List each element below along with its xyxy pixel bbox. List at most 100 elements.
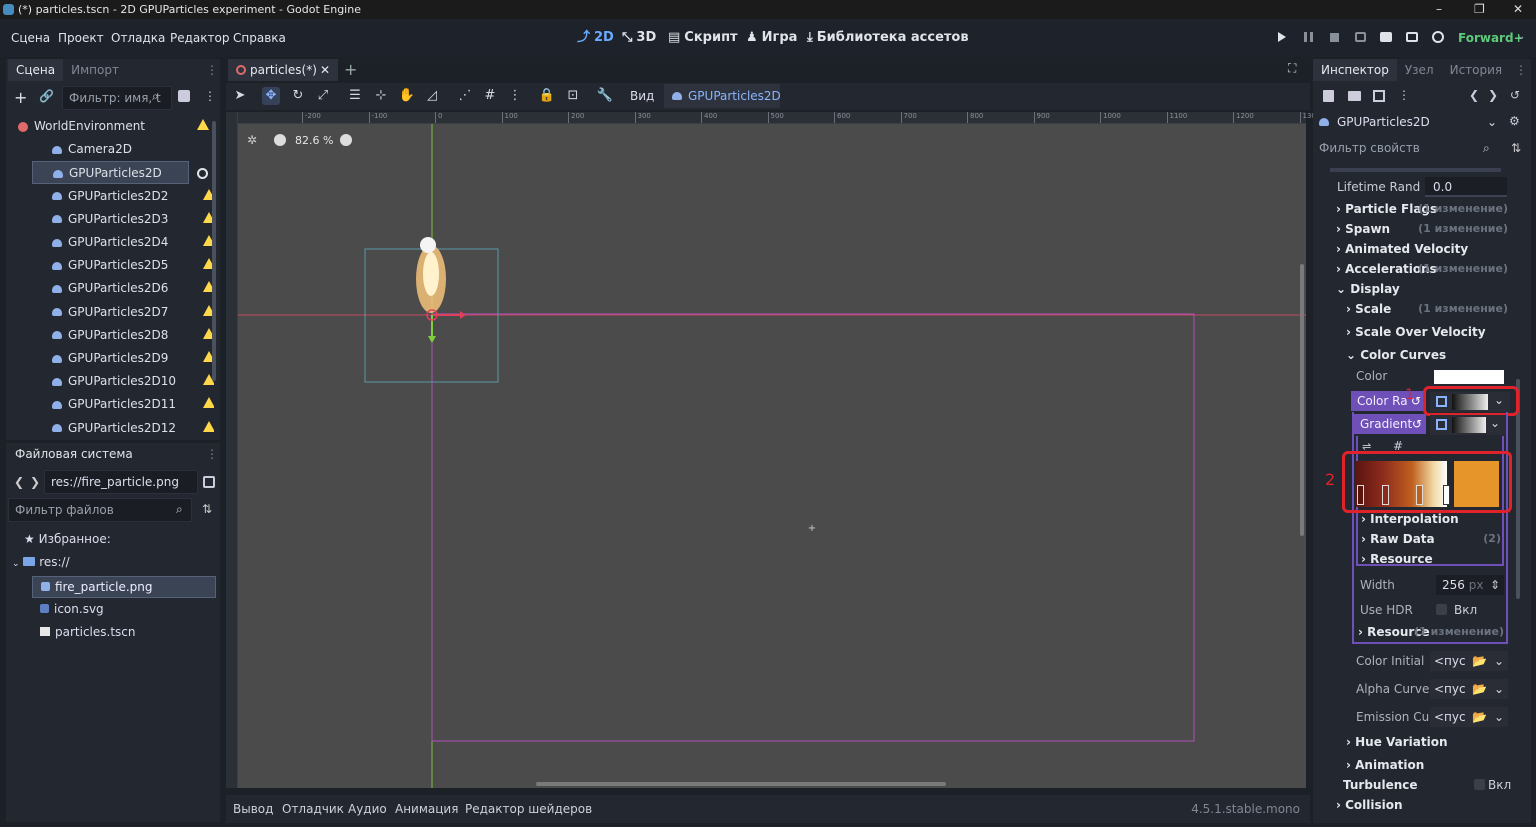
scene-tree-node[interactable]: GPUParticles2D12: [32, 417, 214, 435]
res-folder-row[interactable]: ⌄ res://: [12, 555, 70, 569]
visibility-eye-icon[interactable]: [197, 168, 208, 180]
select-tool-icon[interactable]: ➤: [231, 87, 249, 105]
bone-icon[interactable]: 🔧: [596, 87, 614, 105]
file-row[interactable]: particles.tscn: [40, 625, 135, 639]
menu-debug[interactable]: Отладка: [111, 19, 165, 57]
section-hue-variation[interactable]: › Hue Variation: [1346, 732, 1508, 752]
load-icon[interactable]: 📂: [1472, 707, 1487, 727]
alpha-curve-picker[interactable]: <пус 📂 ⌄: [1430, 679, 1508, 699]
tab-import[interactable]: Импорт: [63, 59, 127, 81]
scene-tree-node[interactable]: GPUParticles2D4: [32, 231, 214, 254]
list-select-icon[interactable]: ☰: [346, 87, 364, 105]
view-menu[interactable]: Вид: [630, 89, 654, 103]
section-gradient-resource[interactable]: › Resource: [1361, 549, 1501, 569]
stop-icon[interactable]: [1330, 33, 1339, 42]
property-sort-icon[interactable]: ⇅: [1511, 141, 1521, 155]
scene-tools-icon[interactable]: [178, 90, 190, 102]
history-icon[interactable]: ↺: [1510, 88, 1520, 102]
scene-tree-node[interactable]: Camera2D: [32, 138, 214, 161]
new-resource-icon[interactable]: [1323, 90, 1334, 102]
scene-tree-node[interactable]: GPUParticles2D2: [32, 185, 214, 208]
dock-menu-icon[interactable]: ⋮: [206, 447, 218, 461]
vertical-scrollbar[interactable]: [1300, 264, 1304, 536]
section-particle-flags[interactable]: › Particle Flags (1 изменение): [1336, 199, 1508, 219]
menu-editor[interactable]: Редактор: [170, 19, 229, 57]
save-resource-icon[interactable]: [1373, 90, 1385, 102]
split-mode-icon[interactable]: [203, 476, 215, 488]
menu-scene[interactable]: Сцена: [11, 19, 50, 57]
section-collision[interactable]: › Collision: [1336, 795, 1508, 815]
workspace-asset-library[interactable]: ⤓ Библиотека ассетов: [807, 19, 969, 57]
renderer-select[interactable]: Forward+: [1458, 31, 1524, 45]
ruler-tool-icon[interactable]: ◿: [423, 87, 441, 105]
section-scale[interactable]: › Scale (1 изменение): [1346, 299, 1508, 319]
pause-icon[interactable]: [1304, 32, 1313, 42]
color-swatch[interactable]: [1434, 370, 1504, 384]
close-tab-icon[interactable]: ✕: [320, 59, 330, 81]
workspace-script[interactable]: ▤ Скрипт: [668, 19, 738, 57]
scene-tree-node[interactable]: GPUParticles2D7: [32, 301, 214, 324]
play-custom-scene-icon[interactable]: [1406, 32, 1418, 42]
property-filter-input[interactable]: Фильтр свойств: [1313, 137, 1501, 161]
tab-animation[interactable]: Анимация: [395, 795, 458, 823]
width-field[interactable]: 256 px ⇕: [1436, 575, 1504, 595]
tab-debugger[interactable]: Отладчик: [282, 795, 344, 823]
scene-tree-node[interactable]: GPUParticles2D5: [32, 254, 214, 277]
history-forward-icon[interactable]: ❯: [1488, 88, 1498, 102]
path-field[interactable]: res://fire_particle.png: [44, 470, 198, 494]
menu-help[interactable]: Справка: [233, 19, 286, 57]
object-settings-icon[interactable]: ⚙: [1509, 114, 1520, 128]
new-tab-icon[interactable]: +: [344, 60, 357, 79]
smart-snap-icon[interactable]: ⋰: [456, 87, 474, 105]
dock-menu-icon[interactable]: ⋮: [1515, 63, 1527, 77]
revert-icon[interactable]: ↺: [1412, 414, 1422, 434]
section-texture-resource[interactable]: › Resource (1 изменение): [1358, 622, 1504, 642]
scene-tree-node[interactable]: GPUParticles2D8: [32, 324, 214, 347]
warning-icon[interactable]: [203, 397, 214, 409]
section-spawn[interactable]: › Spawn (1 изменение): [1336, 219, 1508, 239]
scene-tab[interactable]: particles(*) ✕: [228, 59, 338, 81]
sort-icon[interactable]: ⇅: [202, 502, 212, 516]
tab-history[interactable]: История: [1442, 59, 1511, 81]
scene-tree-node[interactable]: GPUParticles2D10: [32, 370, 214, 393]
history-back-icon[interactable]: ❮: [1469, 88, 1479, 102]
scene-tree-node[interactable]: GPUParticles2D: [32, 161, 208, 185]
section-raw-data[interactable]: › Raw Data (2): [1361, 529, 1501, 549]
node-context-button[interactable]: GPUParticles2D: [664, 84, 781, 108]
section-animated-velocity[interactable]: › Animated Velocity: [1336, 239, 1508, 259]
close-window-icon[interactable]: ✕: [1513, 0, 1523, 19]
section-color-curves[interactable]: ⌄ Color Curves: [1346, 345, 1508, 365]
horizontal-scrollbar[interactable]: [536, 782, 946, 786]
gradient-picker[interactable]: ⌄: [1430, 415, 1506, 435]
tab-output[interactable]: Вывод: [233, 795, 273, 823]
back-icon[interactable]: ❮: [14, 475, 24, 489]
link-icon[interactable]: 🔗: [39, 89, 54, 103]
scene-tree-node[interactable]: GPUParticles2D9: [32, 347, 214, 370]
open-resource-icon[interactable]: [1348, 91, 1361, 101]
spinner-icon[interactable]: ⇕: [1490, 575, 1500, 595]
use-hdr-checkbox[interactable]: [1436, 604, 1447, 615]
play-icon[interactable]: [1278, 32, 1286, 42]
load-icon[interactable]: 📂: [1472, 651, 1487, 671]
workspace-game[interactable]: ♟ Игра: [746, 19, 797, 57]
group-icon[interactable]: ⊡: [564, 87, 582, 105]
section-animation[interactable]: › Animation: [1346, 755, 1508, 775]
lock-icon[interactable]: 🔒: [538, 87, 556, 105]
tab-shader-editor[interactable]: Редактор шейдеров: [465, 795, 592, 823]
pan-tool-icon[interactable]: ✋: [398, 87, 416, 105]
canvas-viewport[interactable]: ✲ 82.6 % +: [238, 124, 1306, 788]
section-display[interactable]: ⌄ Display: [1336, 279, 1508, 299]
turbulence-checkbox[interactable]: [1474, 779, 1485, 790]
dock-menu-icon[interactable]: ⋮: [206, 63, 218, 77]
section-accelerations[interactable]: › Accelerations (1 изменение): [1336, 259, 1508, 279]
pivot-tool-icon[interactable]: ⊹: [372, 87, 390, 105]
file-filter-input[interactable]: Фильтр файлов: [8, 498, 192, 522]
grid-snap-icon[interactable]: #: [481, 87, 499, 105]
play-scene-icon[interactable]: [1380, 32, 1392, 42]
scene-tree-node[interactable]: GPUParticles2D6: [32, 277, 214, 300]
warning-icon[interactable]: [203, 420, 214, 432]
add-node-icon[interactable]: +: [14, 88, 27, 107]
scene-tree-node[interactable]: GPUParticles2D11: [32, 393, 214, 416]
color-initial-picker[interactable]: <пус 📂 ⌄: [1430, 651, 1508, 671]
renderer-chevron-icon[interactable]: ⌄: [1517, 31, 1525, 42]
